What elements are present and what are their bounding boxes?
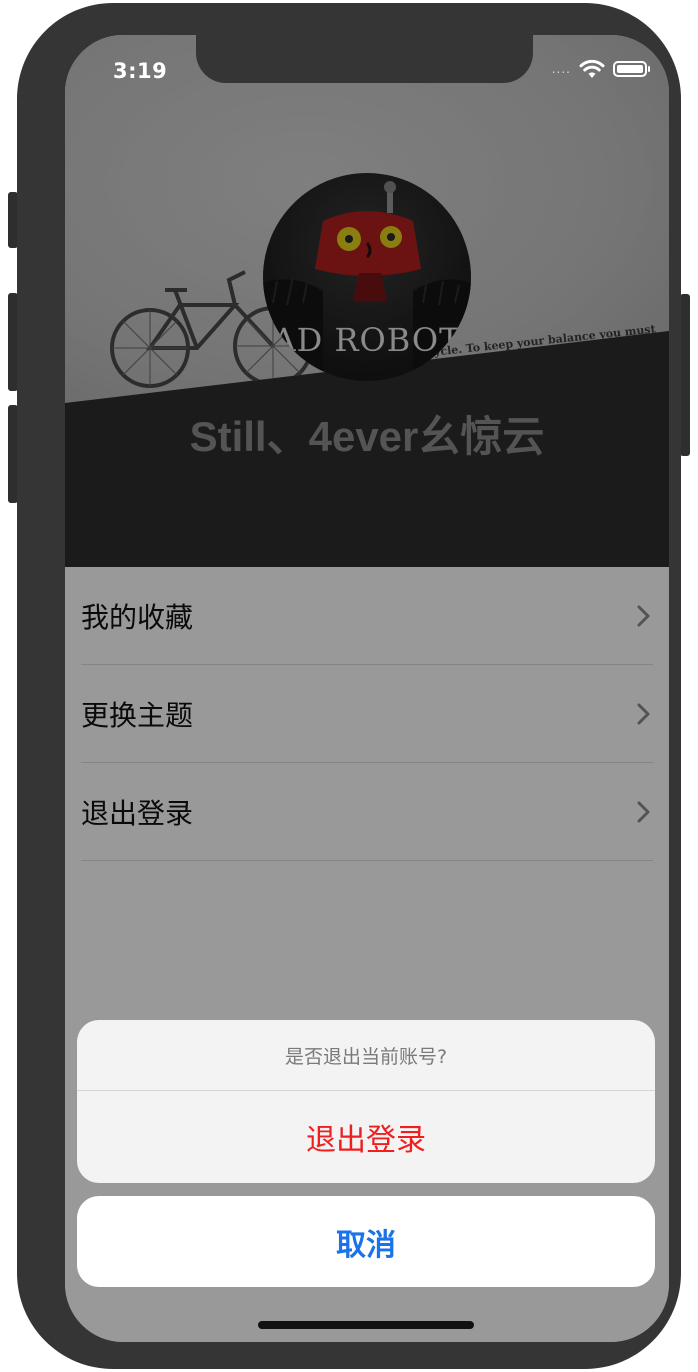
screen: 3:19 .... bicycle. To keep your balance …: [65, 35, 669, 1342]
logout-confirm-button[interactable]: 退出登录: [77, 1091, 655, 1183]
notch: [196, 35, 533, 83]
signal-dots: ....: [551, 62, 571, 76]
status-icons: ....: [551, 59, 650, 79]
action-sheet: 是否退出当前账号? 退出登录: [77, 1020, 655, 1183]
battery-icon: [613, 61, 650, 77]
phone-frame: 3:19 .... bicycle. To keep your balance …: [17, 3, 681, 1369]
status-time: 3:19: [113, 59, 168, 83]
cancel-button[interactable]: 取消: [77, 1196, 655, 1287]
wifi-icon: [579, 59, 605, 78]
home-indicator: [258, 1321, 474, 1329]
action-sheet-message: 是否退出当前账号?: [77, 1020, 655, 1091]
power-button: [680, 294, 690, 456]
